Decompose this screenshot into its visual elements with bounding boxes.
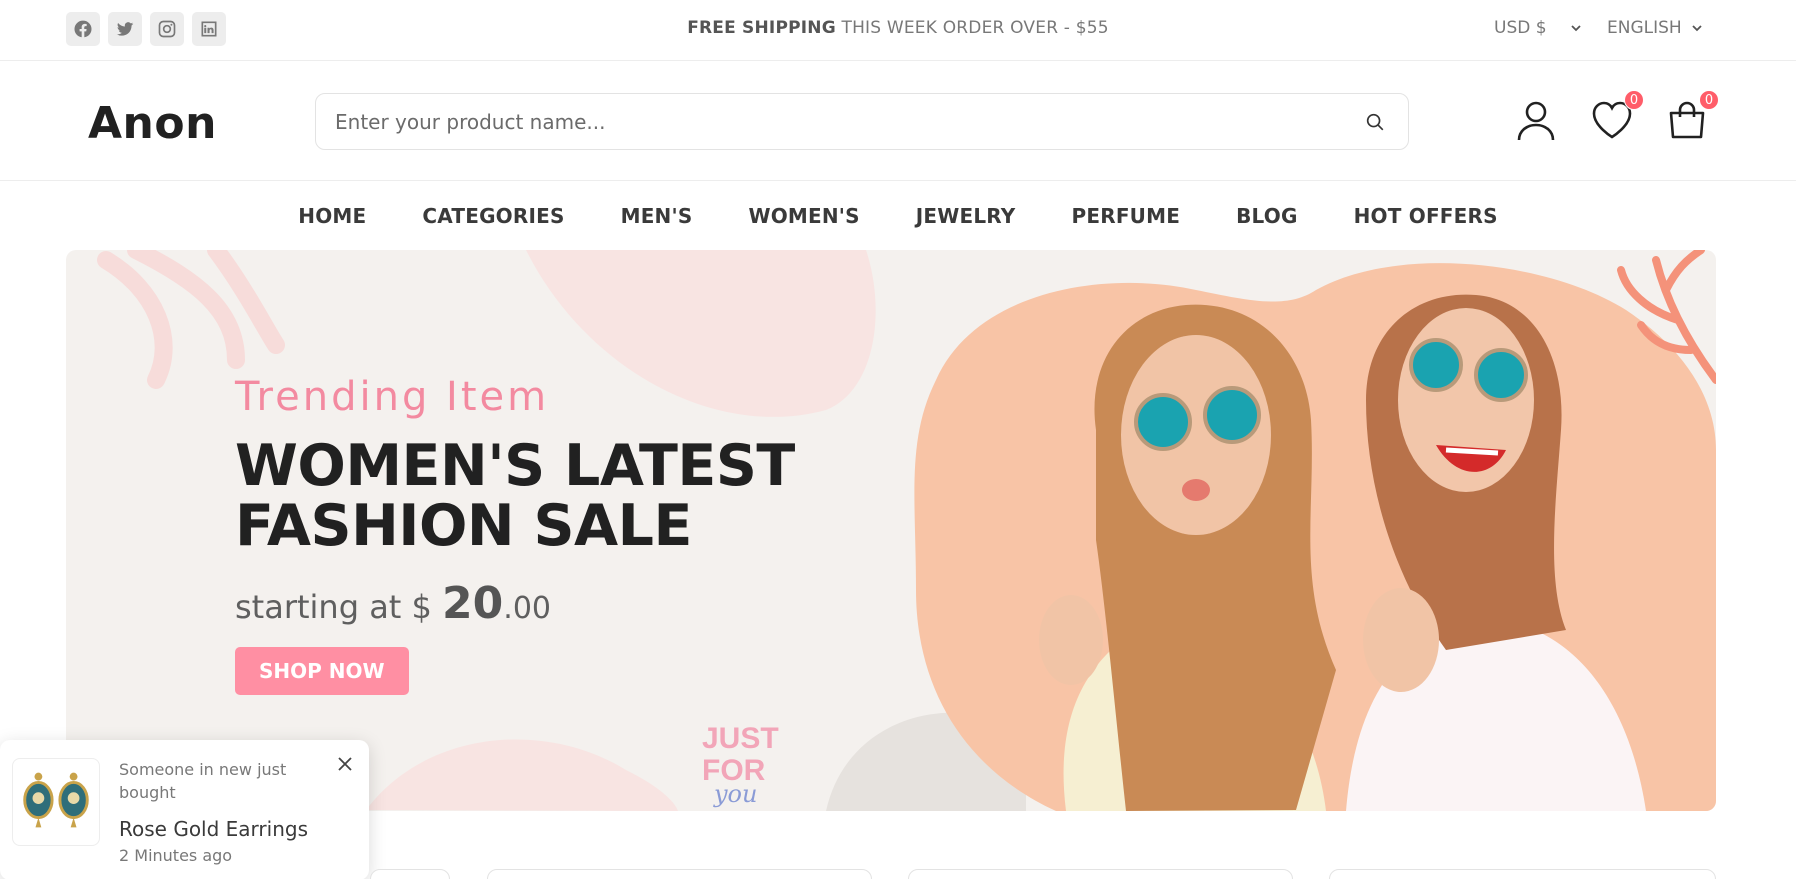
nav-jewelry[interactable]: JEWELRY: [916, 204, 1016, 228]
earrings-image: [12, 758, 100, 846]
badge-line-3: you: [713, 780, 757, 808]
currency-value: USD $: [1494, 18, 1547, 38]
nav-blog[interactable]: BLOG: [1236, 204, 1298, 228]
price-cents: .00: [503, 591, 551, 626]
notification-time: 2 Minutes ago: [119, 846, 233, 865]
shipping-highlight: FREE SHIPPING: [687, 18, 836, 38]
hero-price: starting at $ 20.00: [235, 578, 795, 629]
category-card[interactable]: [1329, 869, 1716, 879]
category-card[interactable]: [487, 869, 872, 879]
price-whole: 20: [442, 578, 504, 629]
wishlist-count-badge: 0: [1624, 90, 1644, 110]
hero-content: Trending Item WOMEN'S LATEST FASHION SAL…: [235, 374, 795, 695]
shipping-detail: THIS WEEK ORDER OVER - $55: [835, 18, 1109, 38]
purchase-notification: Someone in new just bought Rose Gold Ear…: [0, 740, 369, 879]
search-input[interactable]: [316, 94, 1316, 149]
notification-message: Someone in new just bought: [119, 760, 287, 802]
shop-now-button[interactable]: SHOP NOW: [235, 647, 409, 695]
hero-title-line-2: FASHION SALE: [235, 493, 692, 559]
search-icon[interactable]: [1364, 111, 1386, 133]
category-card[interactable]: [908, 869, 1293, 879]
hero-title-line-1: WOMEN'S LATEST: [235, 433, 795, 499]
main-nav: HOME CATEGORIES MEN'S WOMEN'S JEWELRY PE…: [0, 204, 1796, 228]
currency-select[interactable]: USD $: [1494, 18, 1583, 38]
nav-mens[interactable]: MEN'S: [621, 204, 693, 228]
just-for-you-badge: JUST FOR you: [702, 722, 779, 808]
nav-categories[interactable]: CATEGORIES: [422, 204, 564, 228]
category-card[interactable]: [370, 869, 450, 879]
site-logo[interactable]: Anon: [88, 98, 217, 149]
chevron-down-icon: [1692, 25, 1702, 32]
language-value: ENGLISH: [1607, 18, 1682, 38]
user-icon[interactable]: [1514, 98, 1558, 142]
nav-hot-offers[interactable]: HOT OFFERS: [1354, 204, 1498, 228]
nav-womens[interactable]: WOMEN'S: [748, 204, 859, 228]
hero-title: WOMEN'S LATEST FASHION SALE: [235, 436, 795, 556]
language-select[interactable]: ENGLISH: [1607, 18, 1704, 38]
price-prefix: starting at $: [235, 588, 443, 626]
search-bar: [315, 93, 1409, 150]
main-header: Anon 0 0: [0, 62, 1796, 181]
chevron-down-icon: [1570, 25, 1581, 32]
top-bar: FREE SHIPPING THIS WEEK ORDER OVER - $55…: [0, 0, 1796, 61]
notification-product: Rose Gold Earrings: [119, 817, 308, 841]
close-icon[interactable]: [336, 755, 354, 773]
hero-subtitle: Trending Item: [235, 374, 550, 420]
hero-banner[interactable]: Trending Item WOMEN'S LATEST FASHION SAL…: [66, 250, 1716, 811]
cart-count-badge: 0: [1699, 90, 1719, 110]
nav-perfume[interactable]: PERFUME: [1072, 204, 1181, 228]
nav-home[interactable]: HOME: [298, 204, 366, 228]
badge-line-1: JUST: [702, 722, 779, 755]
